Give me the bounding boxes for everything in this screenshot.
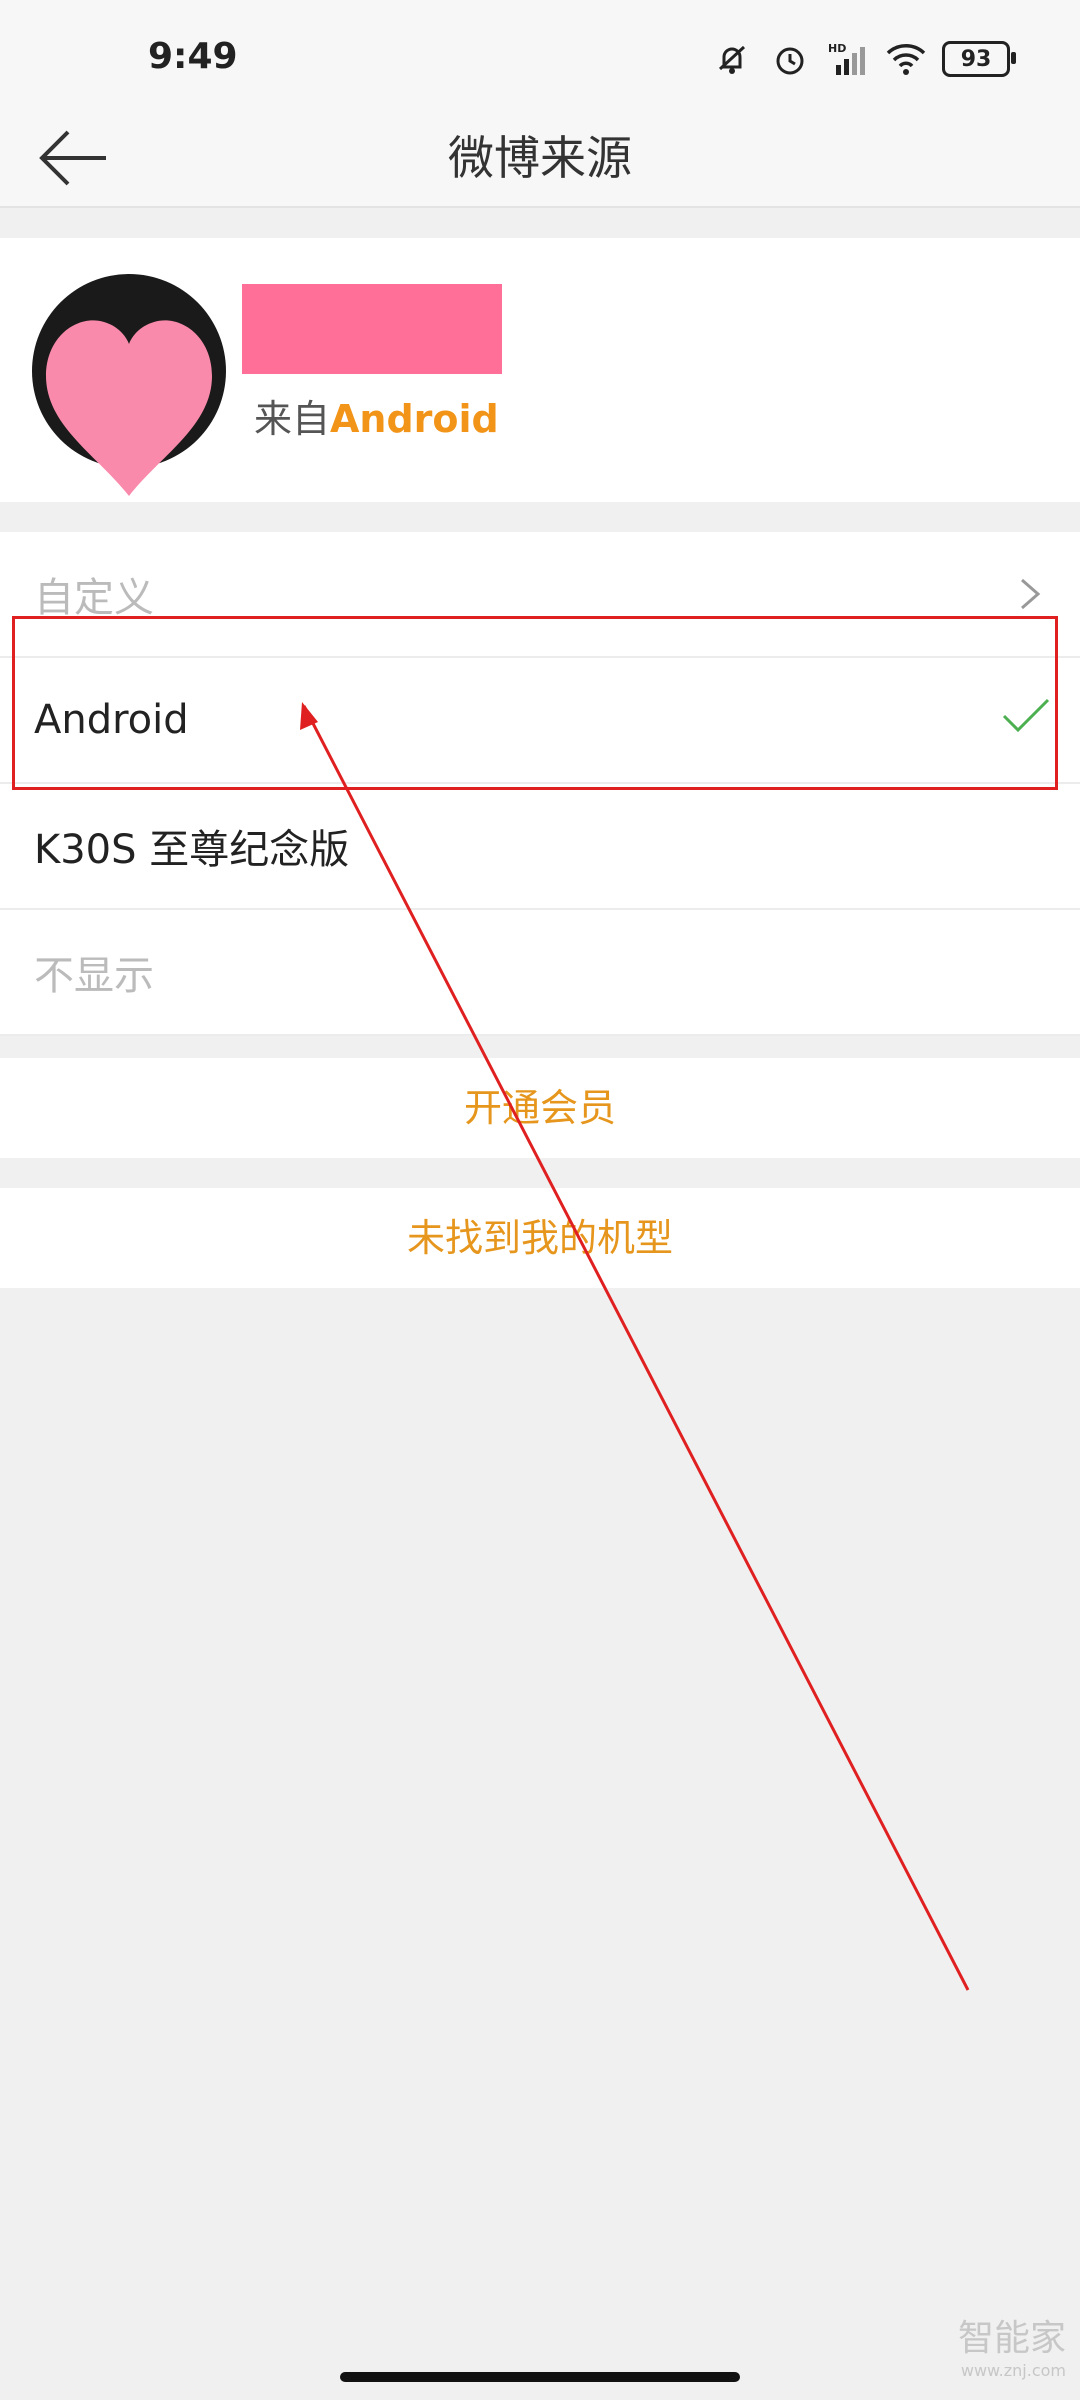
battery-icon: 93 bbox=[942, 41, 1016, 77]
watermark-text: 智能家 bbox=[957, 2318, 1066, 2359]
svg-text:HD: HD bbox=[828, 42, 846, 55]
option-custom[interactable]: 自定义 bbox=[0, 532, 1080, 658]
chevron-right-icon bbox=[1021, 578, 1041, 610]
page-title: 微博来源 bbox=[448, 131, 632, 185]
option-label: K30S 至尊纪念版 bbox=[34, 827, 350, 873]
option-label: 不显示 bbox=[34, 953, 154, 999]
nav-bar: 微博来源 bbox=[0, 110, 1080, 208]
notifications-off-icon bbox=[710, 37, 754, 81]
status-icons: HD 93 bbox=[710, 34, 1016, 84]
option-android[interactable]: Android bbox=[0, 658, 1080, 784]
heart-sticker-icon bbox=[46, 320, 212, 496]
check-icon bbox=[1002, 698, 1050, 733]
post-source-preview: 来自Android bbox=[254, 388, 499, 443]
hd-signal-icon: HD bbox=[826, 37, 870, 81]
source-prefix: 来自 bbox=[254, 397, 331, 441]
watermark: 智能家 www.znj.com bbox=[958, 2309, 1066, 2380]
status-bar: 9:49 HD 93 bbox=[0, 0, 1080, 110]
watermark-url: www.znj.com bbox=[960, 2361, 1066, 2380]
wifi-icon bbox=[884, 37, 928, 81]
source-device: Android bbox=[330, 397, 499, 441]
open-vip-button[interactable]: 开通会员 bbox=[0, 1058, 1080, 1158]
option-label: Android bbox=[34, 697, 189, 743]
avatar bbox=[32, 274, 226, 496]
home-indicator[interactable] bbox=[340, 2372, 740, 2382]
alarm-icon bbox=[768, 37, 812, 81]
model-not-found-button[interactable]: 未找到我的机型 bbox=[0, 1188, 1080, 1288]
source-options-list: 自定义 Android K30S 至尊纪念版 不显示 bbox=[0, 532, 1080, 1036]
option-label: 自定义 bbox=[34, 575, 154, 621]
profile-preview: 来自Android bbox=[0, 238, 1080, 502]
option-k30s[interactable]: K30S 至尊纪念版 bbox=[0, 784, 1080, 910]
status-time: 9:49 bbox=[148, 36, 238, 77]
redacted-username bbox=[242, 284, 502, 374]
option-hide[interactable]: 不显示 bbox=[0, 910, 1080, 1036]
